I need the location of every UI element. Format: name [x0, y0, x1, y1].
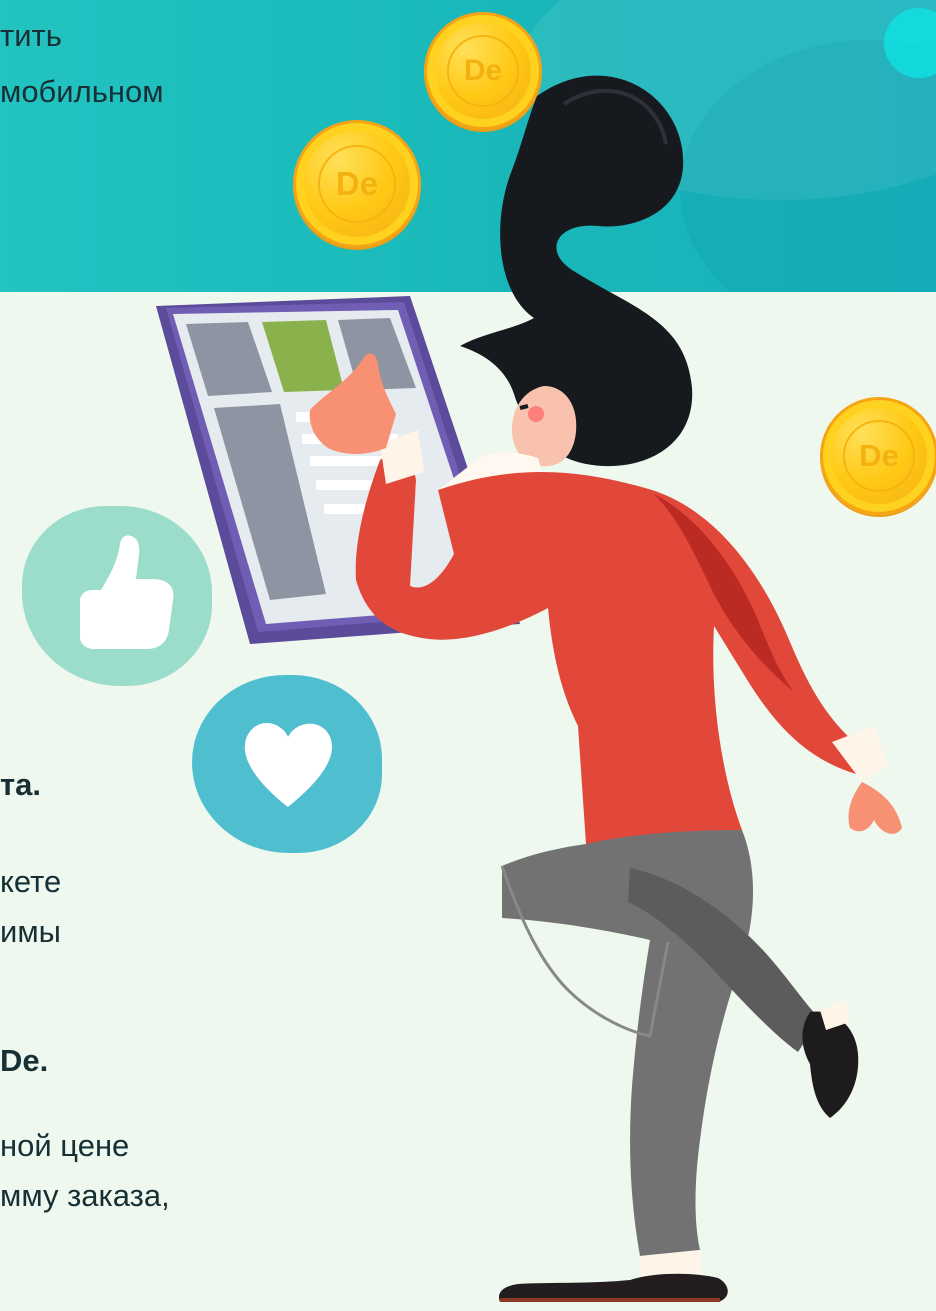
content-line-5: ной цене	[0, 1128, 130, 1163]
woman-svg	[309, 75, 902, 1302]
content-line-2: кете	[0, 864, 62, 899]
promo-page: тить мобильном De De De та. кете имы De.…	[0, 0, 936, 1311]
content-line-1: та.	[0, 767, 42, 802]
banner-line-2: мобильном	[0, 74, 164, 109]
content-line-6: мму заказа,	[0, 1178, 170, 1213]
woman-illustration	[290, 60, 910, 1310]
content-line-4: De.	[0, 1043, 49, 1078]
content-line-3: имы	[0, 914, 61, 949]
banner-line-1: тить	[0, 18, 62, 53]
